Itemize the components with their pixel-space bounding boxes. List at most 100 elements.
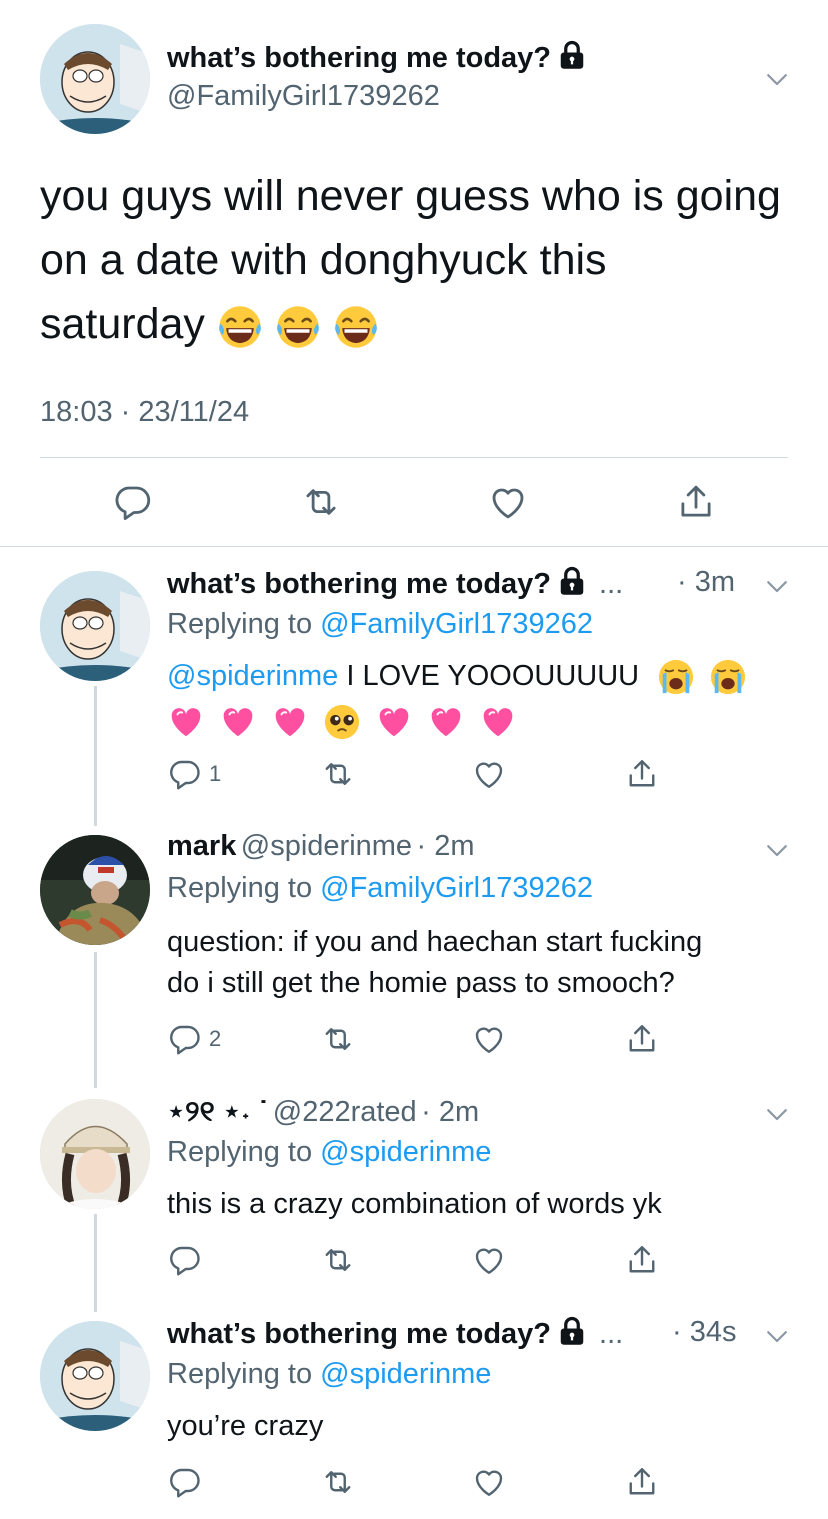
share-icon	[675, 481, 717, 523]
replying-to-link[interactable]: @spiderinme	[320, 1136, 491, 1168]
handle[interactable]: @FamilyGirl1739262	[167, 80, 440, 113]
replying-to-link[interactable]: @spiderinme	[320, 1358, 491, 1390]
divider	[0, 546, 828, 547]
display-name[interactable]: ⋆୨୧ ⋆˖ ˙	[167, 1096, 268, 1128]
reply-icon	[167, 1021, 203, 1057]
retweet-button[interactable]	[320, 1021, 356, 1057]
share-button[interactable]	[624, 1464, 660, 1500]
avatar-image	[40, 571, 150, 681]
avatar[interactable]	[40, 1099, 150, 1209]
share-button[interactable]	[675, 481, 717, 523]
chevron-down-icon[interactable]	[762, 835, 792, 865]
reply-button[interactable]: 1	[167, 756, 221, 792]
retweet-button[interactable]	[320, 1242, 356, 1278]
like-icon	[471, 1242, 507, 1278]
reply-count: 1	[209, 761, 222, 786]
replying-to-link[interactable]: @FamilyGirl1739262	[320, 608, 593, 640]
heart-emoji-icon	[479, 703, 517, 741]
tweet-time[interactable]: · 3m	[677, 566, 735, 599]
share-button[interactable]	[624, 1242, 660, 1278]
tweet-text: @spiderinme I LOVE YOOOUUUUU	[167, 656, 807, 742]
avatar-image	[40, 1321, 150, 1431]
like-button[interactable]	[471, 1464, 507, 1500]
share-button[interactable]	[624, 756, 660, 792]
avatar[interactable]	[40, 24, 150, 134]
like-button[interactable]	[471, 756, 507, 792]
author-line: ⋆୨୧ ⋆˖ ˙ @222rated · 2m	[167, 1094, 479, 1129]
lock-icon	[557, 1316, 587, 1346]
avatar-image	[40, 24, 150, 134]
display-name[interactable]: mark	[167, 830, 236, 862]
chevron-down-icon[interactable]	[762, 64, 792, 94]
author-line: mark @spiderinme · 2m	[167, 830, 475, 863]
tweet-text: this is a crazy combination of words yk	[167, 1188, 662, 1220]
reply-button[interactable]: 2	[167, 1021, 221, 1057]
handle[interactable]: @222rated	[273, 1096, 417, 1128]
heart-emoji-icon	[271, 703, 309, 741]
lock-icon	[557, 566, 587, 596]
like-button[interactable]	[471, 1242, 507, 1278]
tweet-text: question: if you and haechan start fucki…	[167, 926, 703, 999]
tweet-text: you’re crazy	[167, 1410, 324, 1442]
share-button[interactable]	[624, 1021, 660, 1057]
replying-to: Replying to @FamilyGirl1739262	[167, 608, 593, 640]
heart-emoji-icon	[427, 703, 465, 741]
replying-to-link[interactable]: @FamilyGirl1739262	[320, 872, 593, 904]
reply-icon	[167, 1242, 203, 1278]
thread-line	[94, 1214, 97, 1312]
avatar[interactable]	[40, 835, 150, 945]
retweet-button[interactable]	[320, 756, 356, 792]
retweet-icon	[300, 481, 342, 523]
avatar[interactable]	[40, 571, 150, 681]
laughing-emoji-icon	[333, 304, 379, 350]
reply-button[interactable]	[112, 481, 154, 523]
like-icon	[487, 481, 529, 523]
display-name[interactable]: what’s bothering me today?...	[167, 566, 623, 601]
heart-emoji-icon	[219, 703, 257, 741]
like-button[interactable]	[471, 1021, 507, 1057]
display-name[interactable]: what’s bothering me today?	[167, 40, 587, 75]
like-icon	[471, 1464, 507, 1500]
reply-icon	[167, 1464, 203, 1500]
pleading-emoji-icon	[323, 703, 361, 741]
tweet-time[interactable]: · 2m	[417, 830, 475, 862]
retweet-button[interactable]	[300, 481, 342, 523]
retweet-icon	[320, 1464, 356, 1500]
tweet-time[interactable]: · 2m	[421, 1096, 479, 1128]
like-button[interactable]	[487, 481, 529, 523]
reply-icon	[112, 481, 154, 523]
chevron-down-icon[interactable]	[762, 1321, 792, 1351]
replying-to: Replying to @spiderinme	[167, 1358, 492, 1390]
divider	[40, 457, 788, 458]
reply-icon	[167, 756, 203, 792]
heart-emoji-icon	[167, 703, 205, 741]
share-icon	[624, 1464, 660, 1500]
handle[interactable]: @spiderinme	[241, 830, 412, 862]
replying-to: Replying to @spiderinme	[167, 1136, 492, 1168]
avatar-image	[40, 1099, 150, 1209]
heart-emoji-icon	[375, 703, 413, 741]
reply-count: 2	[209, 1026, 222, 1051]
retweet-icon	[320, 756, 356, 792]
thread-line	[94, 686, 97, 826]
retweet-button[interactable]	[320, 1464, 356, 1500]
timestamp[interactable]: 18:03 · 23/11/24	[40, 396, 249, 429]
lock-icon	[557, 40, 587, 70]
crying-emoji-icon	[709, 658, 747, 696]
like-icon	[471, 1021, 507, 1057]
reply-button[interactable]	[167, 1242, 203, 1278]
tweet-text: you guys will never guess who is going o…	[40, 172, 781, 350]
display-name[interactable]: what’s bothering me today?...	[167, 1316, 623, 1351]
share-icon	[624, 1242, 660, 1278]
tweet-time[interactable]: · 34s	[672, 1316, 736, 1349]
chevron-down-icon[interactable]	[762, 571, 792, 601]
retweet-icon	[320, 1021, 356, 1057]
laughing-emoji-icon	[217, 304, 263, 350]
crying-emoji-icon	[657, 658, 695, 696]
mention-link[interactable]: @spiderinme	[167, 660, 338, 692]
laughing-emoji-icon	[275, 304, 321, 350]
share-icon	[624, 1021, 660, 1057]
reply-button[interactable]	[167, 1464, 203, 1500]
chevron-down-icon[interactable]	[762, 1099, 792, 1129]
avatar[interactable]	[40, 1321, 150, 1431]
